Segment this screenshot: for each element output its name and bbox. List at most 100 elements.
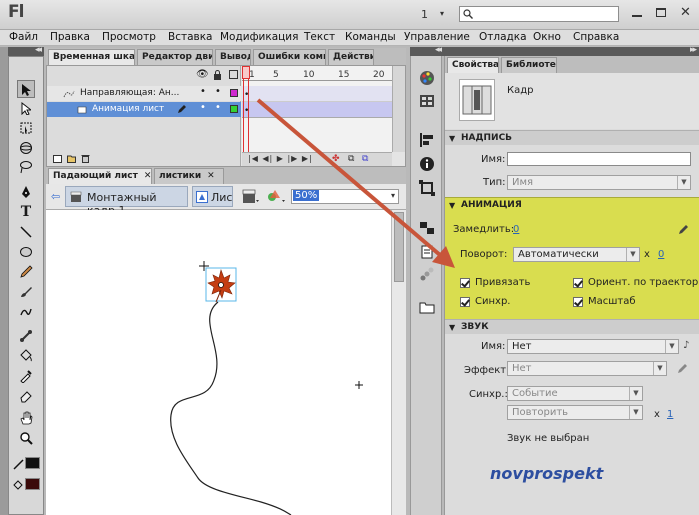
layer-color-swatch[interactable] xyxy=(230,89,238,97)
eyedropper-tool-icon[interactable] xyxy=(17,367,35,385)
menu-view[interactable]: Просмотр xyxy=(102,31,156,43)
timeline-scrollbar[interactable] xyxy=(392,66,405,152)
onion-outline-icon[interactable]: ⧉ xyxy=(348,154,354,164)
new-folder-icon[interactable] xyxy=(67,154,76,163)
zoom-field[interactable]: 50% xyxy=(291,189,399,204)
subselection-tool-icon[interactable] xyxy=(17,99,35,117)
menu-help[interactable]: Справка xyxy=(573,31,619,43)
zoom-dropdown-icon[interactable]: ▾ xyxy=(391,191,395,200)
eye-icon[interactable]: 👁 xyxy=(196,69,209,80)
fill-color-swatch[interactable] xyxy=(25,478,40,490)
frame-name-input[interactable] xyxy=(507,152,691,166)
deco-tool-icon[interactable] xyxy=(17,303,35,321)
free-transform-tool-icon[interactable] xyxy=(17,119,35,137)
rotate-select[interactable]: Автоматически ▼ xyxy=(513,247,640,262)
toolbar-collapse-strip[interactable]: ◂◂ xyxy=(8,45,44,56)
layer-name[interactable]: Направляющая: Ан... xyxy=(80,88,179,98)
code-snippets-icon[interactable] xyxy=(419,244,435,260)
lasso-tool-icon[interactable] xyxy=(17,158,35,176)
back-arrow-icon[interactable]: ⇦ xyxy=(51,190,60,203)
text-tool-icon[interactable]: T xyxy=(17,203,35,221)
tab-actions[interactable]: Действия xyxy=(328,49,374,65)
edit-scene-icon[interactable] xyxy=(242,188,260,204)
visibility-dot[interactable]: • xyxy=(200,102,206,113)
sound-library-icon[interactable]: ♪ xyxy=(683,340,689,351)
props-collapse-strip[interactable]: ▸▸ xyxy=(444,45,699,56)
align-panel-icon[interactable] xyxy=(419,132,435,148)
swatches-panel-icon[interactable] xyxy=(419,94,435,108)
orient-to-path-checkbox[interactable] xyxy=(573,278,583,288)
tween-frames[interactable] xyxy=(242,102,392,118)
tab-properties[interactable]: Свойства xyxy=(447,57,499,73)
menu-control[interactable]: Управление xyxy=(404,31,470,43)
lock-dot[interactable]: • xyxy=(215,86,221,97)
sound-section-header[interactable]: ▼ ЗВУК xyxy=(445,319,699,334)
tab-library[interactable]: Библиотека xyxy=(501,57,557,73)
sound-name-select[interactable]: Нет ▼ xyxy=(507,339,679,354)
tab-timeline[interactable]: Временная шкала xyxy=(48,49,135,65)
selection-tool-icon[interactable] xyxy=(17,80,35,98)
lock-icon[interactable] xyxy=(213,70,222,80)
menu-window[interactable]: Окно xyxy=(533,31,561,43)
menu-text[interactable]: Текст xyxy=(304,31,335,43)
pencil-tool-icon[interactable] xyxy=(17,263,35,281)
menu-debug[interactable]: Отладка xyxy=(479,31,527,43)
rotate-times-value[interactable]: 0 xyxy=(658,249,664,260)
edit-symbols-icon[interactable] xyxy=(266,188,286,204)
motion-presets-icon[interactable] xyxy=(419,266,435,282)
sound-effect-select[interactable]: Нет ▼ xyxy=(507,361,667,376)
tab-document-falling-leaf[interactable]: Падающий лист ✕ xyxy=(48,168,152,184)
stage-scrollbar[interactable] xyxy=(391,210,406,515)
paint-bucket-tool-icon[interactable] xyxy=(17,347,35,365)
tab-compiler-errors[interactable]: Ошибки компил xyxy=(253,49,326,65)
guide-frames[interactable] xyxy=(242,86,392,102)
new-layer-icon[interactable] xyxy=(53,154,62,163)
search-input[interactable] xyxy=(459,6,619,22)
components-panel-icon[interactable] xyxy=(419,220,435,236)
breadcrumb-symbol[interactable]: Лист xyxy=(192,186,233,207)
trash-icon[interactable] xyxy=(81,154,90,163)
eraser-tool-icon[interactable] xyxy=(17,387,35,405)
menu-modify[interactable]: Модификация xyxy=(220,31,298,43)
stroke-color-swatch[interactable] xyxy=(25,457,40,469)
info-panel-icon[interactable] xyxy=(419,156,435,172)
ease-value[interactable]: 0 xyxy=(513,224,519,235)
maximize-button[interactable] xyxy=(656,8,666,17)
tab-output[interactable]: Вывод xyxy=(215,49,251,65)
workspace-switcher[interactable]: 1 xyxy=(421,8,428,21)
brush-tool-icon[interactable] xyxy=(17,283,35,301)
scroll-thumb[interactable] xyxy=(394,212,404,282)
layer-color-swatch[interactable] xyxy=(230,105,238,113)
line-tool-icon[interactable] xyxy=(17,223,35,241)
dock-collapse-strip[interactable]: ◂◂ xyxy=(410,45,444,56)
menu-commands[interactable]: Команды xyxy=(345,31,396,43)
frame-area[interactable]: 1 5 10 15 20 • • |◀ ◀| ▶ |▶ ▶| ✤ ⧉ ⧉ xyxy=(242,66,392,166)
outline-icon[interactable] xyxy=(229,70,238,79)
edit-envelope-pencil-icon[interactable] xyxy=(677,362,689,374)
sync-checkbox[interactable] xyxy=(460,297,470,307)
layer-row[interactable]: Направляющая: Ан... • • xyxy=(47,86,241,101)
stage[interactable] xyxy=(46,210,391,515)
minimize-button[interactable] xyxy=(632,8,642,18)
onion-skin-icon[interactable]: ✤ xyxy=(332,154,340,164)
zoom-tool-icon[interactable] xyxy=(17,429,35,447)
menu-edit[interactable]: Правка xyxy=(50,31,90,43)
layer-name[interactable]: Анимация лист xyxy=(92,104,164,114)
label-type-select[interactable]: Имя ▼ xyxy=(507,175,691,190)
close-icon[interactable]: ✕ xyxy=(207,171,215,181)
chevron-down-icon[interactable]: ▾ xyxy=(440,9,444,18)
animation-section-header[interactable]: ▼ АНИМАЦИЯ xyxy=(445,197,699,212)
3d-rotation-tool-icon[interactable] xyxy=(17,139,35,157)
playback-buttons-icon[interactable]: |◀ ◀| ▶ |▶ ▶| xyxy=(248,154,313,163)
hand-tool-icon[interactable] xyxy=(17,409,35,427)
menu-insert[interactable]: Вставка xyxy=(168,31,213,43)
label-section-header[interactable]: ▼ НАДПИСЬ xyxy=(445,130,699,145)
close-button[interactable]: ✕ xyxy=(680,5,691,20)
project-panel-icon[interactable] xyxy=(419,300,435,314)
sound-sync-select[interactable]: Событие ▼ xyxy=(507,386,643,401)
playhead-handle[interactable] xyxy=(242,66,250,79)
scale-checkbox[interactable] xyxy=(573,297,583,307)
breadcrumb-scene[interactable]: Монтажный кадр 1 xyxy=(65,186,188,217)
tab-motion-editor[interactable]: Редактор движе xyxy=(137,49,213,65)
snap-checkbox[interactable] xyxy=(460,278,470,288)
